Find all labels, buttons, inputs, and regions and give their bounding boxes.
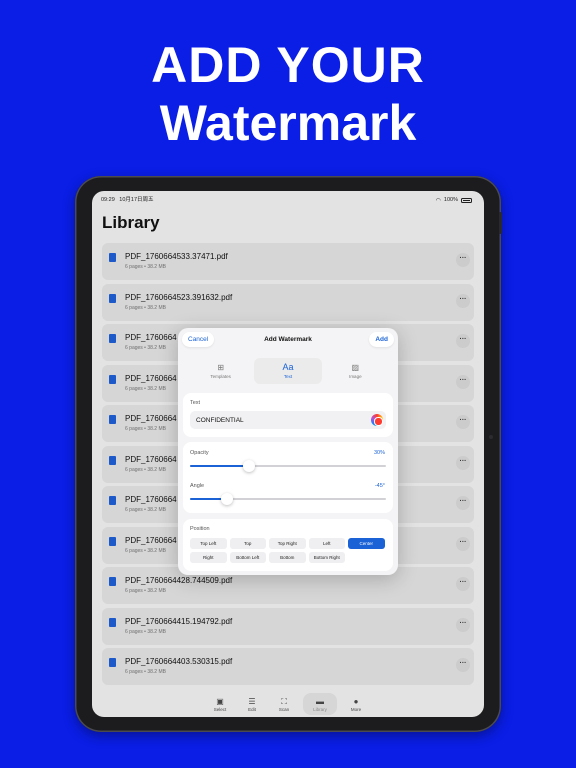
folder-icon: ▬ [316, 696, 324, 706]
segment-text[interactable]: Aa Text [254, 358, 322, 384]
tab-label: Select [213, 706, 227, 712]
position-row-1: Top Left Top Top Right Left Center [190, 538, 386, 549]
watermark-text-value: CONFIDENTIAL [196, 417, 244, 424]
segment-label: Image [349, 374, 362, 379]
opacity-value: 30% [373, 450, 385, 456]
headline-line-2: Watermark [159, 95, 417, 151]
position-bottom-right-button[interactable]: Bottom Right [308, 552, 345, 563]
add-watermark-sheet: Cancel Add Watermark Add ⊞ Templates Aa Tex… [178, 328, 398, 575]
color-picker-icon[interactable] [371, 414, 383, 426]
segment-templates[interactable]: ⊞ Templates [187, 358, 254, 384]
tab-label: Library [313, 706, 327, 712]
text-icon: Aa [282, 362, 294, 372]
position-top-button[interactable]: Top [229, 538, 266, 549]
position-grid: Top Left Top Top Right Left Center Right Bott… [190, 538, 386, 566]
tab-bar: ▣ Select ☰ Edit ⛶ Scan ▬ Library ● More [92, 691, 484, 717]
position-label: Position [190, 526, 210, 532]
opacity-slider-fill [190, 465, 249, 467]
tab-edit[interactable]: ☰ Edit [239, 693, 265, 715]
tab-label: More [350, 706, 362, 712]
sheet-header: Cancel Add Watermark Add [178, 328, 398, 352]
camera-dot [489, 435, 493, 439]
segment-image[interactable]: ▨ Image [322, 358, 389, 384]
position-row-2: Right Bottom Left Bottom Bottom Right [190, 552, 386, 563]
angle-slider[interactable] [190, 493, 386, 505]
tab-scan[interactable]: ⛶ Scan [271, 693, 297, 715]
tab-label: Edit [248, 706, 256, 712]
watermark-text-field[interactable]: CONFIDENTIAL [190, 411, 386, 429]
position-top-right-button[interactable]: Top Right [269, 538, 306, 549]
segment-label: Templates [210, 374, 231, 379]
text-card: Text CONFIDENTIAL [183, 393, 393, 437]
watermark-type-segmented-control: ⊞ Templates Aa Text ▨ Image [187, 358, 389, 384]
sliders-card: Opacity 30% Angle -45° [183, 442, 393, 513]
opacity-slider-thumb[interactable] [242, 460, 255, 472]
tab-label: Scan [278, 706, 290, 712]
position-top-left-button[interactable]: Top Left [190, 538, 227, 549]
tab-select[interactable]: ▣ Select [207, 693, 233, 715]
screen: 09:29 10月17日周五 ◠ 100% Library PDF_176066… [92, 191, 484, 717]
image-icon: ▨ [351, 363, 360, 372]
ipad-device-frame: 09:29 10月17日周五 ◠ 100% Library PDF_176066… [75, 176, 502, 732]
headline-line-1: ADD YOUR [151, 37, 425, 93]
grid-icon: ⊞ [217, 363, 225, 372]
segment-label: Text [283, 374, 293, 379]
position-left-button[interactable]: Left [308, 538, 345, 549]
opacity-slider[interactable] [190, 460, 386, 472]
scan-icon: ⛶ [281, 696, 287, 706]
position-card: Position Top Left Top Top Right Left Center … [183, 519, 393, 571]
power-button [499, 212, 502, 234]
position-right-button[interactable]: Right [190, 552, 227, 563]
position-bottom-button[interactable]: Bottom [269, 552, 306, 563]
tab-library[interactable]: ▬ Library [303, 693, 337, 715]
opacity-label: Opacity [190, 450, 209, 456]
sheet-title: Add Watermark [264, 336, 312, 343]
list-icon: ☰ [248, 696, 256, 706]
add-button[interactable]: Add [369, 332, 394, 347]
angle-value: -45° [374, 483, 385, 489]
angle-label: Angle [190, 483, 205, 489]
more-circle-icon: ● [353, 696, 359, 706]
angle-slider-thumb[interactable] [220, 493, 233, 505]
position-center-button[interactable]: Center [348, 538, 385, 549]
tab-more[interactable]: ● More [343, 693, 369, 715]
select-icon: ▣ [216, 696, 224, 706]
text-section-label: Text [190, 400, 201, 406]
position-bottom-left-button[interactable]: Bottom Left [229, 552, 266, 563]
